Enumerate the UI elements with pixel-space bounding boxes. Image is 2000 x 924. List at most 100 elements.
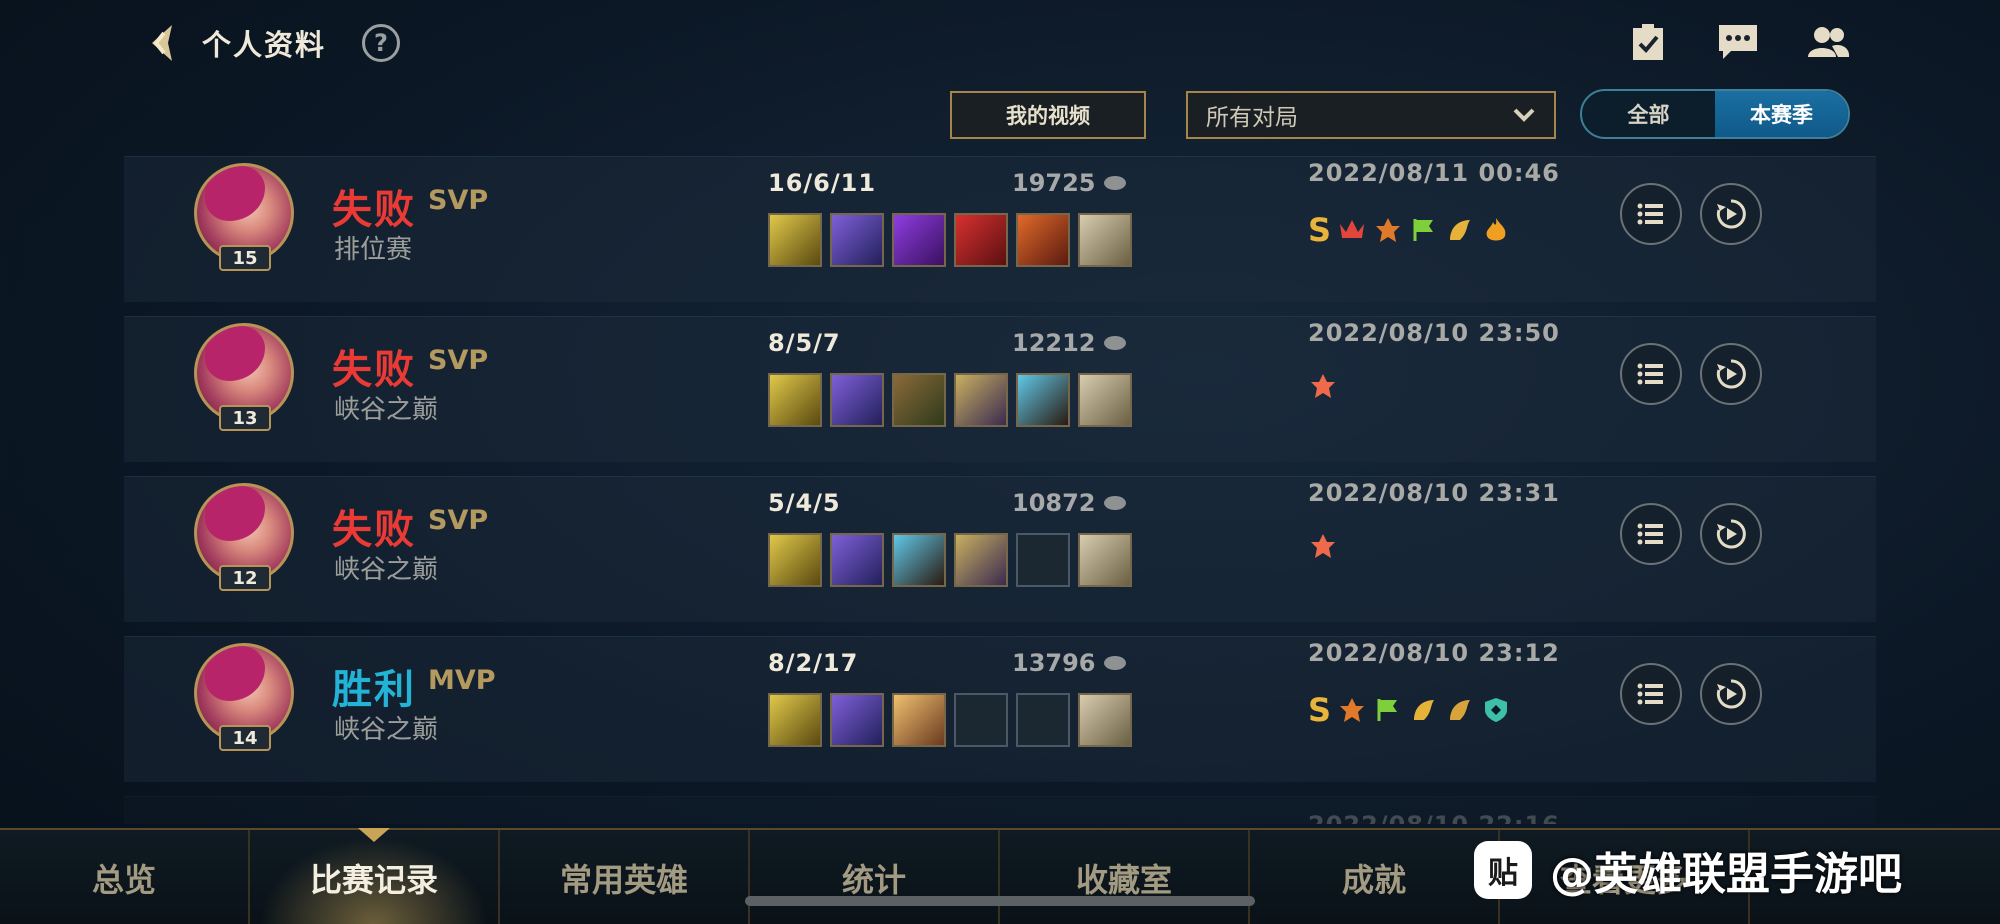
item-slot[interactable] [1078, 693, 1132, 747]
item-slots [768, 693, 1132, 747]
item-slot[interactable] [954, 533, 1008, 587]
friends-icon[interactable] [1806, 20, 1850, 64]
item-slot[interactable] [954, 213, 1008, 267]
replay-button[interactable] [1700, 343, 1762, 405]
replay-button[interactable] [1700, 663, 1762, 725]
item-slot[interactable] [1078, 373, 1132, 427]
item-slots [768, 373, 1132, 427]
item-slot[interactable] [892, 693, 946, 747]
item-slot[interactable] [954, 373, 1008, 427]
item-slot[interactable] [892, 213, 946, 267]
my-videos-button[interactable]: 我的视频 [950, 91, 1146, 139]
honor-badges: S [1308, 691, 1511, 729]
tab-stats[interactable]: 统计 [750, 830, 1000, 924]
gold-value: 12212 [1012, 329, 1096, 357]
tab-achievements[interactable]: 成就 [1250, 830, 1500, 924]
item-slot[interactable] [1078, 213, 1132, 267]
match-detail-button[interactable] [1620, 183, 1682, 245]
match-row[interactable]: 15 失败 SVP 排位赛 16/6/11 19725 2022/08/11 0… [124, 156, 1876, 302]
item-slot[interactable] [768, 213, 822, 267]
honor-badges [1308, 371, 1338, 401]
match-row[interactable]: 12 失败 SVP 峡谷之巅 5/4/5 10872 2022/08/10 23… [124, 476, 1876, 622]
list-icon [1637, 363, 1663, 385]
item-slot[interactable] [1016, 373, 1070, 427]
tab-collection[interactable]: 收藏室 [1000, 830, 1250, 924]
watermark-text: @英雄联盟手游吧 [1550, 849, 1902, 900]
item-slots [768, 533, 1132, 587]
honor-badges [1308, 531, 1338, 561]
game-mode: 峡谷之巅 [334, 715, 439, 745]
item-slot[interactable] [1078, 533, 1132, 587]
toggle-season[interactable]: 本赛季 [1715, 91, 1848, 137]
empty-item-slot [1016, 533, 1070, 587]
match-detail-button[interactable] [1620, 503, 1682, 565]
gold-value: 19725 [1012, 169, 1096, 197]
match-datetime: 2022/08/10 23:50 [1308, 319, 1560, 347]
honor-icon [1308, 531, 1338, 561]
item-slot[interactable] [830, 693, 884, 747]
flame-icon [1481, 215, 1511, 245]
item-slot[interactable] [830, 533, 884, 587]
flag-icon [1409, 215, 1439, 245]
item-slot[interactable] [830, 213, 884, 267]
back-icon[interactable] [140, 19, 188, 67]
tab-match-history[interactable]: 比赛记录 [250, 830, 500, 924]
item-slot[interactable] [892, 533, 946, 587]
game-mode: 排位赛 [334, 235, 413, 265]
item-slot[interactable] [768, 693, 822, 747]
list-icon [1637, 203, 1663, 225]
performance-badge: SVP [428, 505, 489, 536]
gold-coin-icon [1103, 176, 1126, 190]
replay-icon [1716, 519, 1746, 549]
kda: 5/4/5 [768, 489, 841, 517]
replay-icon [1716, 679, 1746, 709]
page-title: 个人资料 [202, 28, 327, 62]
honor-icon [1445, 695, 1475, 725]
match-detail-button[interactable] [1620, 343, 1682, 405]
chat-icon[interactable] [1716, 20, 1760, 64]
gold-coin-icon [1103, 336, 1126, 350]
toggle-all[interactable]: 全部 [1582, 91, 1715, 137]
champion-level: 13 [219, 405, 271, 431]
item-slot[interactable] [892, 373, 946, 427]
replay-icon [1716, 199, 1746, 229]
champion-level: 15 [219, 245, 271, 271]
honor-icon [1337, 215, 1367, 245]
match-row[interactable]: 14 胜利 MVP 峡谷之巅 8/2/17 13796 2022/08/10 2… [124, 636, 1876, 782]
gold-coin-icon [1103, 496, 1126, 510]
item-slot[interactable] [768, 373, 822, 427]
game-mode: 峡谷之巅 [334, 555, 439, 585]
flag-icon [1373, 695, 1403, 725]
gold-value: 13796 [1012, 649, 1096, 677]
game-mode: 峡谷之巅 [334, 395, 439, 425]
item-slot[interactable] [830, 373, 884, 427]
item-slot[interactable] [768, 533, 822, 587]
match-result: 失败 [332, 347, 416, 393]
replay-button[interactable] [1700, 503, 1762, 565]
match-row[interactable]: 13 失败 SVP 峡谷之巅 8/5/7 12212 2022/08/10 23… [124, 316, 1876, 462]
tab-frequent-champions[interactable]: 常用英雄 [500, 830, 750, 924]
match-filter-select[interactable]: 所有对局 [1186, 91, 1556, 139]
performance-badge: SVP [428, 185, 489, 216]
chevron-down-icon [1513, 108, 1535, 122]
champion-level: 14 [219, 725, 271, 751]
match-datetime: 2022/08/10 22:16 [1308, 811, 1560, 824]
help-icon[interactable]: ? [362, 24, 401, 62]
replay-icon [1716, 359, 1746, 389]
season-toggle: 全部 本赛季 [1580, 89, 1850, 139]
item-slot[interactable] [1016, 213, 1070, 267]
empty-item-slot [954, 693, 1008, 747]
checklist-icon[interactable] [1626, 20, 1670, 64]
s-rank: S [1308, 691, 1332, 729]
match-row[interactable]: 2022/08/10 22:16 [124, 796, 1876, 824]
gold-value: 10872 [1012, 489, 1096, 517]
honor-icon [1308, 371, 1338, 401]
match-detail-button[interactable] [1620, 663, 1682, 725]
tab-overview[interactable]: 总览 [0, 830, 250, 924]
replay-button[interactable] [1700, 183, 1762, 245]
honor-icon [1445, 215, 1475, 245]
horizontal-scrollbar[interactable] [745, 896, 1255, 906]
header: 个人资料 ? [140, 18, 401, 68]
performance-badge: MVP [428, 665, 496, 696]
watermark: 贴 @英雄联盟手游吧 [1474, 838, 1902, 902]
